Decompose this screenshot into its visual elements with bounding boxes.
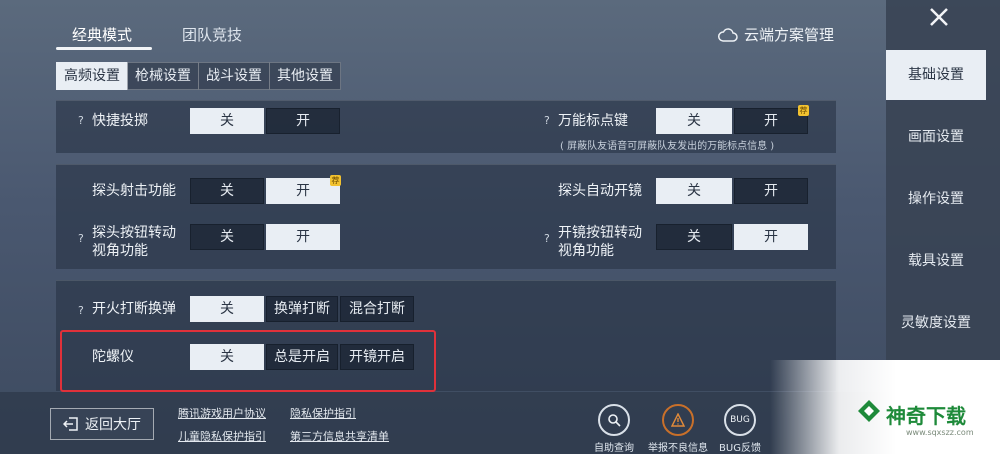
bug-feedback-label: BUG反馈 [719,443,761,454]
peek-auto-scope-on[interactable]: 开 [734,178,808,204]
peek-fire-toggle: 关 开 荐 [190,175,342,204]
user-agreement-link[interactable]: 腾讯游戏用户协议 [178,405,266,421]
self-service-button[interactable]: 自助查询 [592,404,636,454]
peek-button-rotate-toggle: 关 开 [190,224,342,250]
tab-classic-mode[interactable]: 经典模式 [72,20,132,50]
quick-throw-label: 快捷投掷 [92,113,148,129]
peek-auto-scope-off[interactable]: 关 [656,178,732,204]
close-button[interactable] [886,0,1000,34]
universal-mark-note: ( 屏蔽队友语音可屏蔽队友发出的万能标点信息 ) [560,141,775,152]
third-party-sharing-link[interactable]: 第三方信息共享清单 [290,428,389,444]
fire-interrupt-mixed[interactable]: 混合打断 [340,296,414,322]
active-tab-indicator [56,47,152,50]
watermark-text: 神奇下载 [886,404,966,428]
subtab-weapon[interactable]: 枪械设置 [127,62,199,90]
peek-fire-on[interactable]: 开 荐 [266,175,341,204]
sidebar-item-vehicle[interactable]: 载具设置 [886,236,986,286]
child-privacy-link[interactable]: 儿童隐私保护指引 [178,428,266,444]
fire-interrupt-reload-toggle: 关 换弹打断 混合打断 [190,296,416,322]
exit-icon [63,417,78,431]
scope-button-rotate-on[interactable]: 开 [734,224,808,250]
sidebar-item-controls[interactable]: 操作设置 [886,174,986,224]
bug-icon: BUG [724,404,756,436]
help-icon[interactable]: ? [78,304,84,317]
sidebar-item-sensitivity[interactable]: 灵敏度设置 [886,298,986,348]
sidebar-item-graphics[interactable]: 画面设置 [886,112,986,162]
universal-mark-off[interactable]: 关 [656,108,732,134]
fire-interrupt-off[interactable]: 关 [190,296,264,322]
return-lobby-label: 返回大厅 [85,417,141,433]
sub-tab-bar: 高频设置 枪械设置 战斗设置 其他设置 [56,62,341,90]
universal-mark-toggle: 关 开 荐 [656,105,810,134]
cloud-plan-label: 云端方案管理 [744,26,835,44]
universal-mark-label: 万能标点键 [558,113,628,129]
peek-auto-scope-label: 探头自动开镜 [558,183,642,199]
report-button[interactable]: 举报不良信息 [648,404,708,454]
peek-button-rotate-off[interactable]: 关 [190,224,264,250]
peek-fire-off[interactable]: 关 [190,178,264,204]
peek-fire-on-label: 开 [296,183,310,199]
help-icon[interactable]: ? [78,114,84,127]
report-label: 举报不良信息 [648,443,708,454]
peek-button-rotate-on[interactable]: 开 [266,224,340,250]
close-icon [930,8,948,26]
peek-button-rotate-label-2: 视角功能 [92,243,148,259]
peek-auto-scope-toggle: 关 开 [656,178,810,204]
scope-button-rotate-off[interactable]: 关 [656,224,732,250]
help-icon[interactable]: ? [544,232,550,245]
quick-throw-toggle: 关 开 [190,108,342,134]
highlight-frame [60,330,436,392]
sidebar-item-basic[interactable]: 基础设置 [886,50,986,100]
subtab-high-frequency[interactable]: 高频设置 [56,62,128,90]
tab-team-deathmatch[interactable]: 团队竞技 [182,20,242,50]
fire-interrupt-reload-interrupt[interactable]: 换弹打断 [266,296,338,322]
universal-mark-on-label: 开 [764,113,778,129]
search-icon [598,404,630,436]
self-service-label: 自助查询 [594,443,634,454]
quick-throw-on[interactable]: 开 [266,108,340,134]
recommended-badge: 荐 [330,175,341,186]
scope-button-rotate-label-2: 视角功能 [558,243,614,259]
cloud-plan-manager-button[interactable]: 云端方案管理 [718,24,834,45]
peek-button-rotate-label-1: 探头按钮转动 [92,225,176,241]
watermark-url: www.sqxszz.com [906,428,974,437]
scope-button-rotate-toggle: 关 开 [656,224,810,250]
fire-interrupt-reload-label: 开火打断换弹 [92,301,176,317]
watermark-logo-icon [858,400,880,422]
warning-icon [662,404,694,436]
recommended-badge: 荐 [798,105,809,116]
subtab-other[interactable]: 其他设置 [269,62,341,90]
privacy-guide-link[interactable]: 隐私保护指引 [290,405,356,421]
help-icon[interactable]: ? [78,232,84,245]
peek-fire-label: 探头射击功能 [92,183,176,199]
return-lobby-button[interactable]: 返回大厅 [50,408,154,440]
scope-button-rotate-label-1: 开镜按钮转动 [558,225,642,241]
subtab-combat[interactable]: 战斗设置 [198,62,270,90]
bug-feedback-button[interactable]: BUG BUG反馈 [718,404,762,454]
universal-mark-on[interactable]: 开 荐 [734,105,809,134]
help-icon[interactable]: ? [544,114,550,127]
cloud-icon [718,27,738,42]
quick-throw-off[interactable]: 关 [190,108,264,134]
